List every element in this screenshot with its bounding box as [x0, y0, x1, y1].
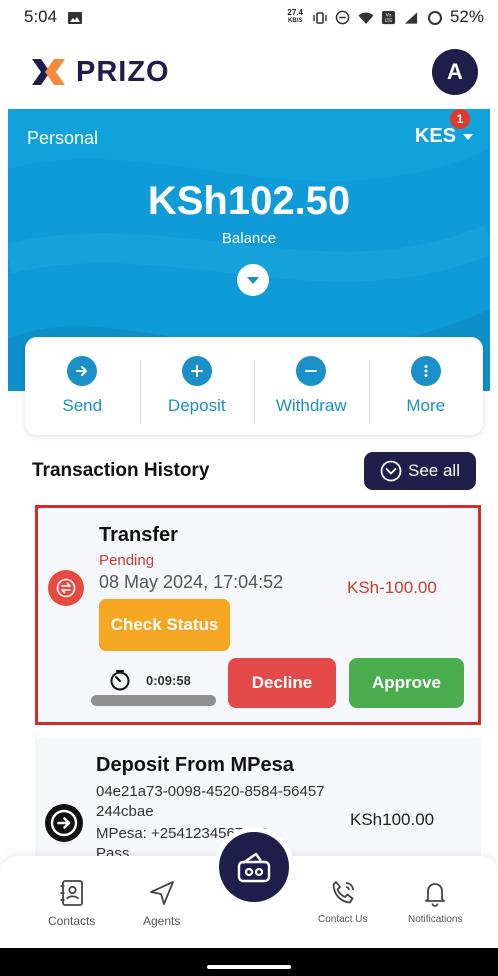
expand-balance-button[interactable] [237, 264, 269, 296]
check-status-button[interactable]: Check Status [99, 599, 230, 651]
see-all-label: See all [408, 461, 460, 480]
transaction-title: Deposit From MPesa [96, 754, 294, 776]
arrow-right-icon [67, 356, 98, 386]
more-button[interactable]: More [368, 356, 484, 424]
send-label: Send [62, 396, 103, 415]
chevron-circle-down-icon [380, 460, 402, 482]
account-type-label: Personal [27, 128, 99, 148]
decline-button[interactable]: Decline [228, 658, 336, 708]
avatar[interactable]: A [432, 49, 478, 95]
svg-text:Vo: Vo [386, 13, 392, 19]
vibrate-icon [312, 10, 327, 24]
transaction-amount: KSh100.00 [350, 810, 435, 829]
withdraw-button[interactable]: Withdraw [254, 356, 369, 424]
minus-icon [296, 356, 327, 386]
transaction-amount: KSh-100.00 [347, 578, 437, 597]
timer-value: 0:09:58 [146, 672, 191, 688]
volte-icon: Vo LTE [381, 10, 396, 24]
nav-contact-us-label: Contact Us [318, 914, 368, 925]
wallet-icon [237, 852, 271, 883]
caret-down-icon [463, 133, 473, 140]
deposit-label: Deposit [167, 396, 226, 415]
arrow-circle-right-icon [45, 804, 83, 842]
nav-notifications[interactable]: Notifications [408, 878, 462, 925]
nav-contacts[interactable]: Contacts [48, 878, 95, 928]
approve-button[interactable]: Approve [349, 658, 464, 708]
currency-code: KES [414, 125, 456, 147]
home-gesture-handle[interactable] [207, 965, 291, 969]
transaction-date: 08 May 2024, 17:04:52 [99, 572, 284, 592]
transaction-reference: 04e21a73-0098-4520-8584-56457244cbae [96, 783, 325, 820]
transaction-status: Pending [99, 552, 155, 569]
prizo-logo: PRIZO [30, 56, 170, 89]
plus-icon [181, 356, 212, 386]
chevron-down-icon [247, 277, 259, 284]
wallet-fab-button[interactable] [219, 832, 289, 902]
stopwatch-icon [110, 670, 130, 691]
brand-name: PRIZO [76, 55, 170, 88]
more-label: More [406, 396, 446, 415]
transfer-icon [48, 570, 84, 606]
transaction-history-title: Transaction History [32, 460, 210, 481]
nav-agents-label: Agents [143, 914, 181, 928]
currency-selector[interactable]: KES [415, 125, 474, 148]
logo-mark-icon [32, 59, 65, 85]
dnd-icon [335, 10, 350, 25]
countdown-progress-fill [91, 695, 216, 706]
system-nav-bar [0, 948, 498, 976]
notification-badge: 1 [450, 109, 470, 129]
svg-text:LTE: LTE [385, 18, 393, 24]
send-button[interactable]: Send [25, 356, 140, 416]
wifi-icon [358, 10, 374, 24]
network-speed-unit: KB/S [288, 18, 303, 24]
see-all-button[interactable]: See all [364, 452, 476, 490]
deposit-button[interactable]: Deposit [139, 356, 255, 424]
countdown-progress [91, 695, 216, 706]
phone-call-icon [332, 881, 354, 904]
battery-saver-icon [427, 10, 442, 25]
status-time: 5:04 [24, 7, 58, 26]
bell-icon [425, 883, 446, 907]
more-vertical-icon [410, 356, 441, 386]
nav-agents[interactable]: Agents [143, 878, 180, 928]
transaction-title: Transfer [99, 524, 178, 546]
contacts-icon [60, 880, 83, 906]
nav-contact-us[interactable]: Contact Us [318, 878, 367, 925]
signal-icon [404, 10, 418, 24]
nav-notifications-label: Notifications [408, 914, 463, 925]
nav-contacts-label: Contacts [48, 914, 96, 928]
balance-label: Balance [221, 230, 277, 247]
app-header: PRIZO A [0, 44, 498, 100]
pending-transaction-card[interactable]: Transfer Pending 08 May 2024, 17:04:52 K… [35, 505, 481, 725]
network-speed-value: 27.4 [287, 8, 303, 17]
send-plane-icon [149, 881, 174, 905]
network-speed: 27.4 KB/S [287, 9, 303, 25]
withdraw-label: Withdraw [275, 396, 347, 415]
countdown-timer: 0:09:58 [108, 668, 191, 692]
status-bar: 5:04 27.4 KB/S Vo LTE 52% [0, 0, 498, 34]
battery-level: 52% [449, 7, 484, 26]
balance-amount: KSh102.50 [147, 179, 351, 223]
gallery-icon [67, 10, 83, 24]
quick-actions: Send Deposit Withdraw More [25, 337, 483, 435]
